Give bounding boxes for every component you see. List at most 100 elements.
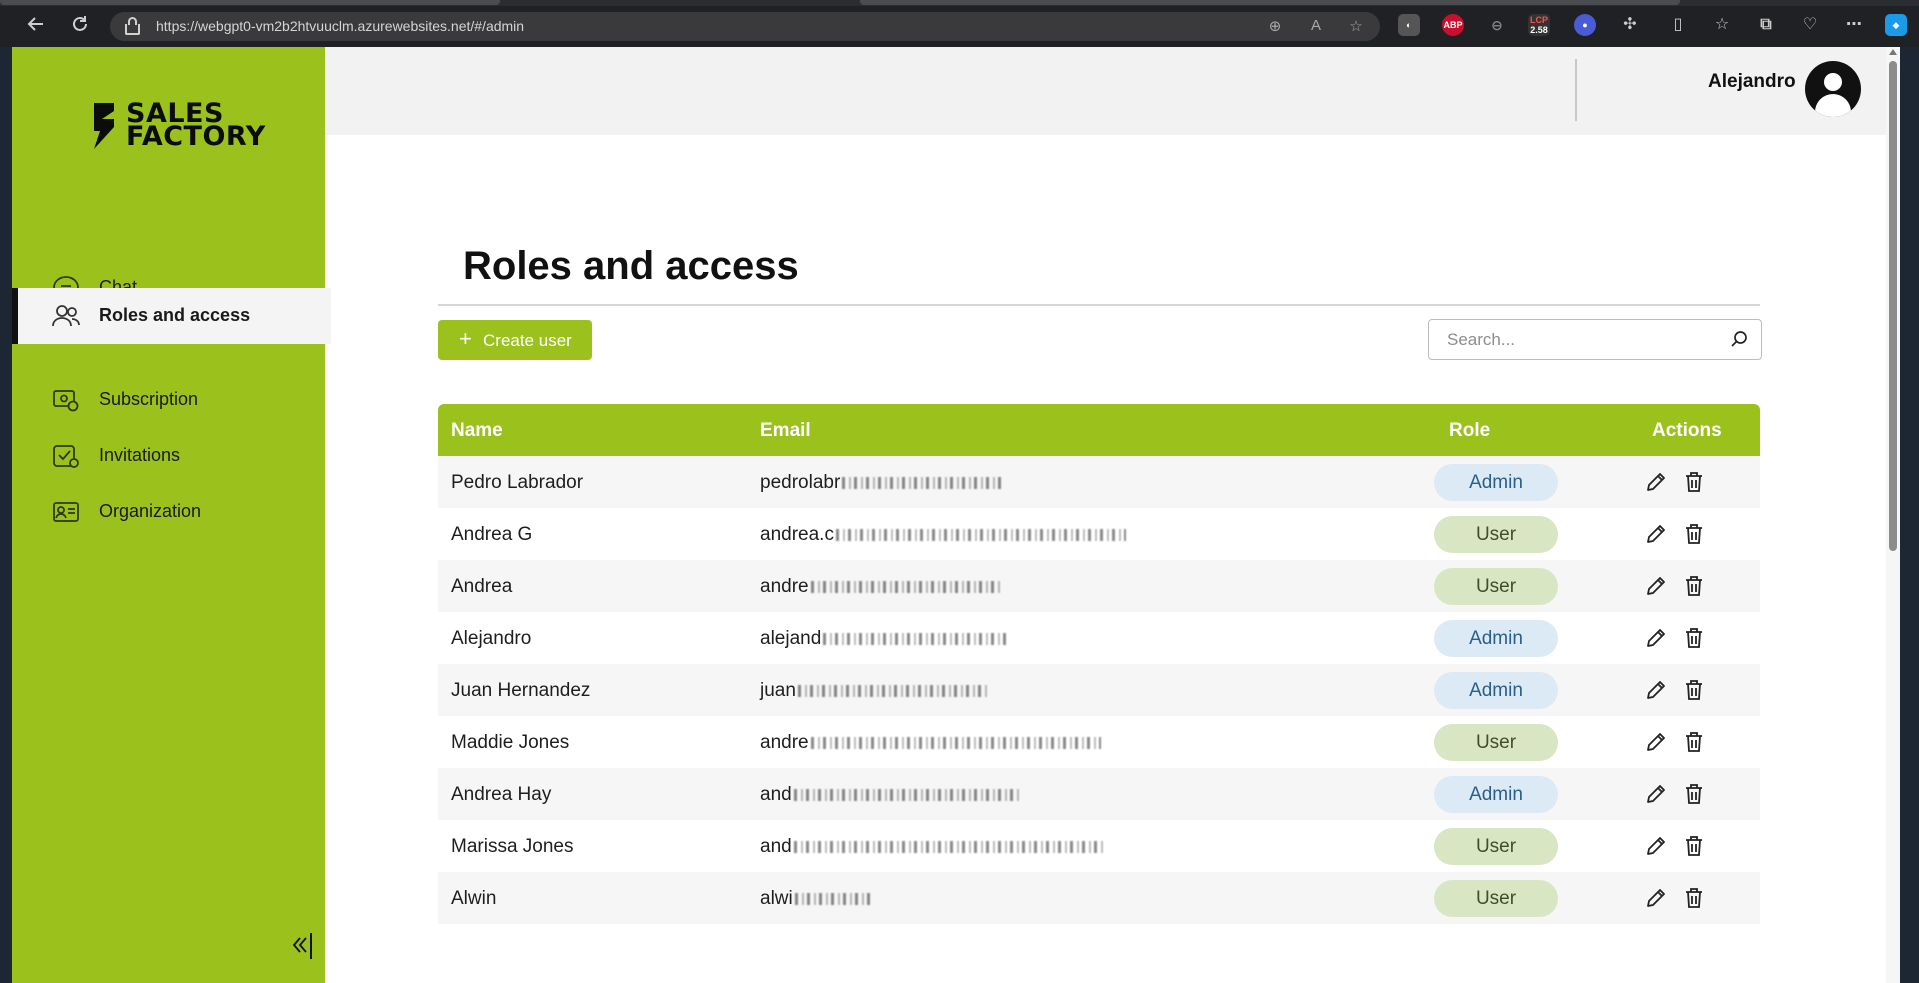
delete-trash-icon[interactable] xyxy=(1683,471,1705,493)
delete-trash-icon[interactable] xyxy=(1683,887,1705,909)
delete-trash-icon[interactable] xyxy=(1683,523,1705,545)
user-name-cell: Marissa Jones xyxy=(451,836,574,857)
role-badge[interactable]: User xyxy=(1434,828,1558,865)
plus-icon: + xyxy=(459,326,472,351)
edit-pencil-icon[interactable] xyxy=(1645,887,1667,909)
column-header-name[interactable]: Name xyxy=(451,420,503,442)
role-badge[interactable]: User xyxy=(1434,880,1558,917)
read-aloud-icon[interactable]: A xyxy=(1306,17,1326,34)
favorite-star-icon[interactable]: ☆ xyxy=(1346,17,1366,35)
user-email-cell: juan xyxy=(760,680,988,702)
copilot-icon[interactable]: ◆ xyxy=(1885,14,1907,36)
email-redacted-blur xyxy=(793,788,1019,801)
title-divider xyxy=(438,304,1760,306)
user-name-cell: Andrea G xyxy=(451,524,533,545)
role-badge[interactable]: Admin xyxy=(1434,672,1558,709)
zoom-icon[interactable]: ⊕ xyxy=(1265,17,1285,35)
edit-pencil-icon[interactable] xyxy=(1645,835,1667,857)
delete-trash-icon[interactable] xyxy=(1683,575,1705,597)
scroll-up-icon[interactable] xyxy=(1889,49,1897,55)
more-icon[interactable]: ⋯ xyxy=(1843,14,1865,36)
role-badge[interactable]: User xyxy=(1434,568,1558,605)
table-body: Pedro Labrador pedrolabr Admin Andrea G … xyxy=(438,456,1760,924)
user-email-cell: andre xyxy=(760,576,1001,598)
zoom-out-icon[interactable]: ⊖ xyxy=(1486,14,1508,36)
url-text[interactable]: https://webgpt0-vm2b2htvuuclm.azurewebsi… xyxy=(156,18,524,34)
sales-factory-logo: SALES FACTORY xyxy=(88,100,265,161)
favorites-icon[interactable]: ☆ xyxy=(1711,14,1733,36)
tab-edge[interactable] xyxy=(0,0,500,5)
split-screen-icon[interactable]: ▯ xyxy=(1667,14,1689,36)
sidebar-item-organization[interactable]: Organization xyxy=(12,484,325,540)
search-input[interactable] xyxy=(1445,329,1719,351)
column-header-role[interactable]: Role xyxy=(1449,420,1490,442)
edit-pencil-icon[interactable] xyxy=(1645,783,1667,805)
puzzle-icon[interactable]: ✣ xyxy=(1619,14,1641,36)
email-redacted-blur xyxy=(823,632,1009,645)
edit-pencil-icon[interactable] xyxy=(1645,471,1667,493)
delete-trash-icon[interactable] xyxy=(1683,835,1705,857)
table-row: Juan Hernandez juan Admin xyxy=(438,664,1760,716)
scrollbar-thumb[interactable] xyxy=(1889,61,1897,551)
users-icon xyxy=(52,305,80,327)
users-table: Name Email Role Actions Pedro Labrador p… xyxy=(438,404,1760,924)
sidebar-item-invitations[interactable]: Invitations xyxy=(12,428,325,484)
create-user-button[interactable]: + Create user xyxy=(438,320,592,360)
ghost-extension-icon[interactable]: ● xyxy=(1574,14,1596,36)
user-name[interactable]: Alejandro xyxy=(1708,71,1796,93)
email-redacted-blur xyxy=(842,476,1003,489)
adblock-icon[interactable]: ABP xyxy=(1442,14,1464,36)
address-bar[interactable]: https://webgpt0-vm2b2htvuuclm.azurewebsi… xyxy=(110,12,1380,41)
role-badge[interactable]: Admin xyxy=(1434,776,1558,813)
user-email-cell: andrea.c xyxy=(760,524,1126,546)
sidebar-item-subscription[interactable]: Subscription xyxy=(12,372,325,428)
page-scrollbar[interactable] xyxy=(1886,47,1900,983)
edit-pencil-icon[interactable] xyxy=(1645,523,1667,545)
user-email-cell: and xyxy=(760,836,1104,858)
table-row: Pedro Labrador pedrolabr Admin xyxy=(438,456,1760,508)
delete-trash-icon[interactable] xyxy=(1683,731,1705,753)
search-icon[interactable] xyxy=(1730,330,1748,348)
lcp-extension-icon[interactable]: LCP 2.58 xyxy=(1528,14,1550,36)
user-name-cell: Maddie Jones xyxy=(451,732,570,753)
role-badge[interactable]: User xyxy=(1434,724,1558,761)
user-name-cell: Andrea Hay xyxy=(451,784,552,805)
table-row: Alejandro alejand Admin xyxy=(438,612,1760,664)
table-row: Maddie Jones andre User xyxy=(438,716,1760,768)
delete-trash-icon[interactable] xyxy=(1683,627,1705,649)
email-visible-text: pedrolabr xyxy=(760,472,841,493)
edit-pencil-icon[interactable] xyxy=(1645,627,1667,649)
role-badge[interactable]: Admin xyxy=(1434,464,1558,501)
sidebar-item-roles-and-access[interactable]: Roles and access xyxy=(12,288,331,344)
search-box[interactable] xyxy=(1428,319,1762,360)
edit-pencil-icon[interactable] xyxy=(1645,575,1667,597)
create-user-label: Create user xyxy=(483,331,572,350)
role-badge[interactable]: Admin xyxy=(1434,620,1558,657)
email-redacted-blur xyxy=(810,736,1101,749)
user-name-cell: Pedro Labrador xyxy=(451,472,584,493)
user-email-cell: alwi xyxy=(760,888,870,910)
invitations-icon xyxy=(53,445,79,468)
collapse-chevrons-icon xyxy=(292,933,312,959)
avatar-head-icon xyxy=(1824,73,1842,91)
page-title: Roles and access xyxy=(463,244,799,288)
email-redacted-blur xyxy=(793,840,1104,853)
delete-trash-icon[interactable] xyxy=(1683,783,1705,805)
collapse-sidebar-button[interactable] xyxy=(290,930,320,960)
extension-icon[interactable]: ◐ xyxy=(1398,14,1420,36)
tab-edge[interactable] xyxy=(860,0,1680,5)
edit-pencil-icon[interactable] xyxy=(1645,679,1667,701)
sidebar-item-label: Invitations xyxy=(99,445,181,465)
email-visible-text: and xyxy=(760,784,792,805)
browser-essentials-icon[interactable]: ♡ xyxy=(1799,14,1821,36)
back-icon[interactable] xyxy=(24,14,48,38)
reload-icon[interactable] xyxy=(68,14,92,38)
collections-icon[interactable]: ⧉ xyxy=(1755,14,1777,36)
role-badge[interactable]: User xyxy=(1434,516,1558,553)
avatar[interactable] xyxy=(1805,61,1861,117)
email-visible-text: andre xyxy=(760,576,809,597)
delete-trash-icon[interactable] xyxy=(1683,679,1705,701)
lock-icon[interactable] xyxy=(125,17,140,35)
edit-pencil-icon[interactable] xyxy=(1645,731,1667,753)
column-header-email[interactable]: Email xyxy=(760,420,811,442)
